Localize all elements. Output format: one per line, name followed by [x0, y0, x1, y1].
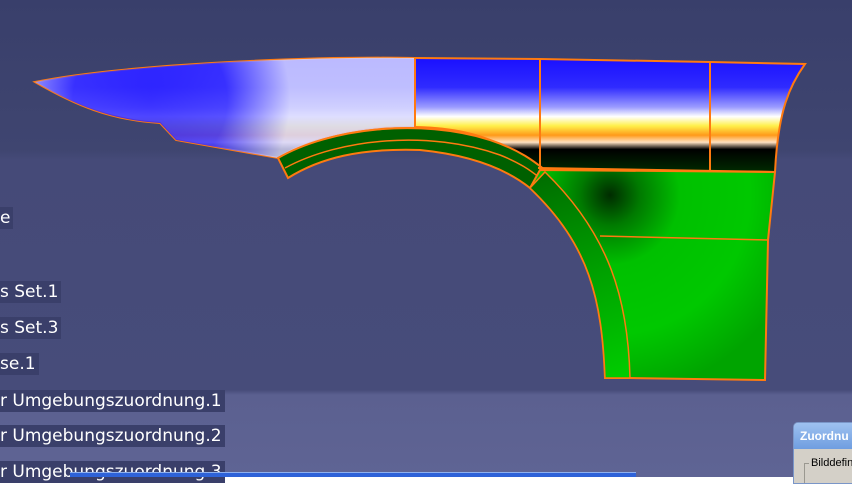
3d-viewport[interactable]: e s Set.1 s Set.3 se.1 r Umgebungszuordn…	[0, 0, 852, 484]
dialog-title[interactable]: Zuordnu	[794, 423, 852, 449]
taskbar-strip	[70, 472, 636, 477]
mapping-dialog[interactable]: Zuordnu Bilddefin	[793, 422, 852, 484]
dialog-group-label: Bilddefin	[809, 457, 852, 469]
tree-item[interactable]: s Set.3	[0, 317, 62, 339]
tree-item[interactable]: r Umgebungszuordnung.2	[0, 425, 225, 447]
tree-item[interactable]: se.1	[0, 353, 39, 375]
tree-item[interactable]: s Set.1	[0, 281, 62, 303]
tree-item[interactable]: e	[0, 207, 14, 229]
tree-item[interactable]: r Umgebungszuordnung.1	[0, 390, 225, 412]
